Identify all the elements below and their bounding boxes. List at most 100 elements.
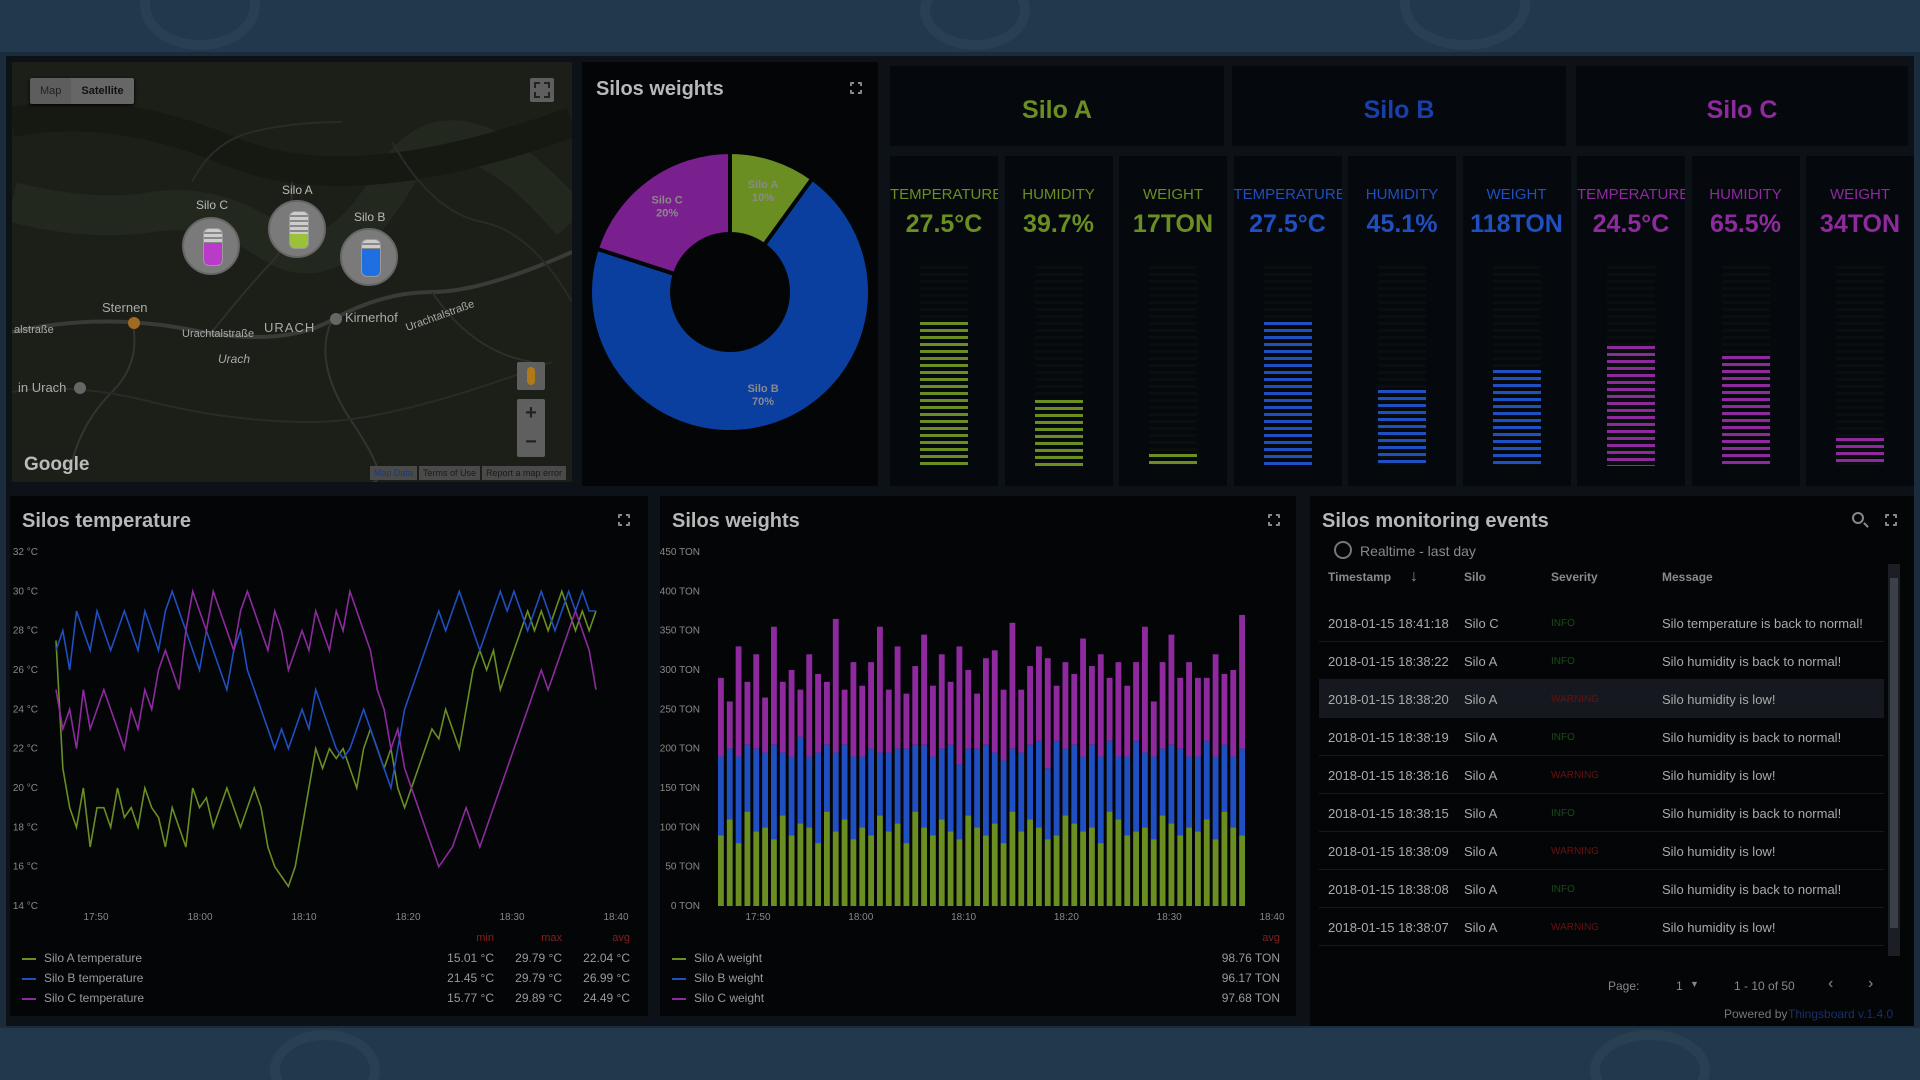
zoom-in-button[interactable]: + <box>517 399 545 428</box>
table-row[interactable]: 2018-01-15 18:38:09 Silo A WARNING Silo hum… <box>1319 832 1884 870</box>
legend-row[interactable]: Silo A weight <box>672 949 762 967</box>
map-data-link[interactable]: Map Data <box>369 466 417 480</box>
table-row[interactable]: 2018-01-15 18:38:20 Silo A WARNING Silo hum… <box>1319 680 1884 718</box>
report-error-link[interactable]: Report a map error <box>481 466 566 480</box>
zoom-out-button[interactable]: − <box>517 428 545 457</box>
cell-severity: INFO <box>1551 732 1575 743</box>
weight-bar <box>1203 677 1210 741</box>
map-type-map-button[interactable]: Map <box>30 78 72 104</box>
scrollbar-thumb[interactable] <box>1890 578 1898 928</box>
gauge-fill <box>1034 400 1083 466</box>
weight-bar <box>1053 835 1060 906</box>
weight-bar <box>718 677 724 757</box>
fullscreen-icon[interactable] <box>617 513 631 527</box>
page-select[interactable]: 1 <box>1676 979 1683 993</box>
pie-slice-label: 20% <box>656 207 678 219</box>
weight-bar <box>1159 748 1166 816</box>
zoom-control: + − <box>517 399 545 457</box>
prev-page-icon[interactable]: ‹ <box>1828 975 1833 993</box>
weight-bar <box>1000 760 1007 844</box>
sort-arrow-icon[interactable]: ↓ <box>1410 568 1418 586</box>
fullscreen-icon[interactable] <box>849 81 863 95</box>
column-header-severity[interactable]: Severity <box>1551 570 1598 584</box>
clock-icon <box>1334 541 1352 559</box>
street-view-pegman[interactable] <box>517 362 545 390</box>
x-tick-label: 17:50 <box>745 912 770 923</box>
y-tick-label: 26 °C <box>13 665 38 676</box>
weight-bar <box>797 736 804 824</box>
place-label: URACH <box>264 320 316 335</box>
temperature-line-chart: 32 °C 30 °C 28 °C 26 °C 24 °C 22 °C 20 °C 18 °C… <box>13 547 629 923</box>
x-tick-label: 18:20 <box>395 912 420 923</box>
fullscreen-icon[interactable] <box>1267 513 1281 527</box>
column-header-message[interactable]: Message <box>1662 570 1713 584</box>
cell-severity: INFO <box>1551 808 1575 819</box>
map-terrain <box>12 62 572 482</box>
weight-bar <box>974 748 980 828</box>
pie-slice-name: Silo A <box>748 179 779 191</box>
weight-bar <box>1239 748 1245 836</box>
next-page-icon[interactable]: › <box>1868 975 1873 993</box>
weight-bar <box>859 827 866 906</box>
weight-bar <box>726 819 733 906</box>
legend-label: Silo A temperature <box>44 951 143 965</box>
legend-swatch <box>22 997 36 1000</box>
pie-chart: Silo A10% Silo B70% Silo C20% <box>588 149 872 434</box>
legend-row[interactable]: Silo B weight <box>672 969 763 987</box>
weight-bar <box>956 646 963 765</box>
weight-bar <box>1036 827 1042 906</box>
y-tick-label: 16 °C <box>13 862 38 873</box>
map-type-satellite-button[interactable]: Satellite <box>71 78 134 104</box>
terms-link[interactable]: Terms of Use <box>418 466 480 480</box>
silo-c-marker[interactable] <box>182 217 240 275</box>
column-header-timestamp[interactable]: Timestamp <box>1328 570 1391 584</box>
map-widget[interactable]: Map Satellite Silo C Silo A Silo B Stern… <box>12 62 572 482</box>
timewindow-label[interactable]: Realtime - last day <box>1360 543 1476 559</box>
weight-bar <box>1221 673 1228 745</box>
legend-row[interactable]: Silo B temperature <box>22 969 143 987</box>
weight-bar <box>1150 756 1157 840</box>
map-fullscreen-button[interactable] <box>530 78 554 102</box>
gauge-fill <box>1378 390 1426 466</box>
weight-bar <box>1018 752 1025 832</box>
fullscreen-icon[interactable] <box>1884 513 1898 527</box>
table-row[interactable]: 2018-01-15 18:38:22 Silo A INFO Silo humidi… <box>1319 642 1884 680</box>
weight-bar <box>771 626 777 745</box>
weight-bar <box>1089 744 1095 828</box>
weight-bar <box>965 815 972 906</box>
table-row[interactable]: 2018-01-15 18:38:19 Silo A INFO Silo humidi… <box>1319 718 1884 756</box>
weight-bar <box>771 839 777 906</box>
weight-bar <box>885 689 892 753</box>
x-tick-label: 18:10 <box>291 912 316 923</box>
weight-bar <box>938 819 945 906</box>
weight-bar <box>1036 740 1042 828</box>
legend-row[interactable]: Silo C weight <box>672 989 764 1007</box>
legend-row[interactable]: Silo C temperature <box>22 989 144 1007</box>
legend-label: Silo C weight <box>694 991 765 1005</box>
table-row[interactable]: 2018-01-15 18:38:16 Silo A WARNING Silo hum… <box>1319 756 1884 794</box>
widget-title: Silos temperature <box>22 510 191 532</box>
legend-swatch <box>22 977 36 980</box>
x-tick-label: 18:00 <box>848 912 873 923</box>
powered-by-link[interactable]: Thingsboard v.1.4.0 <box>1788 1007 1893 1021</box>
page-select-arrow-icon[interactable]: ▼ <box>1690 979 1699 989</box>
weight-bar <box>762 697 768 753</box>
table-row[interactable]: 2018-01-15 18:38:07 Silo A WARNING Silo hum… <box>1319 908 1884 946</box>
weight-bar <box>1000 843 1007 906</box>
legend-label: Silo C temperature <box>44 991 145 1005</box>
column-header-silo[interactable]: Silo <box>1464 570 1486 584</box>
silo-a-marker[interactable] <box>268 200 326 258</box>
weight-bar <box>744 744 751 812</box>
scrollbar[interactable] <box>1888 564 1900 956</box>
widget-title: Silos weights <box>672 510 800 532</box>
search-icon[interactable] <box>1852 512 1864 524</box>
temperature-series-line <box>55 588 597 889</box>
silo-b-marker[interactable] <box>340 228 398 286</box>
weight-bar <box>930 685 936 757</box>
cell-message: Silo temperature is back to normal! <box>1662 616 1863 631</box>
weight-bar <box>1203 740 1210 820</box>
table-row[interactable]: 2018-01-15 18:41:18 Silo C INFO Silo temper… <box>1319 604 1884 642</box>
table-row[interactable]: 2018-01-15 18:38:15 Silo A INFO Silo humidi… <box>1319 794 1884 832</box>
legend-row[interactable]: Silo A temperature <box>22 949 142 967</box>
table-row[interactable]: 2018-01-15 18:38:08 Silo A INFO Silo humidi… <box>1319 870 1884 908</box>
